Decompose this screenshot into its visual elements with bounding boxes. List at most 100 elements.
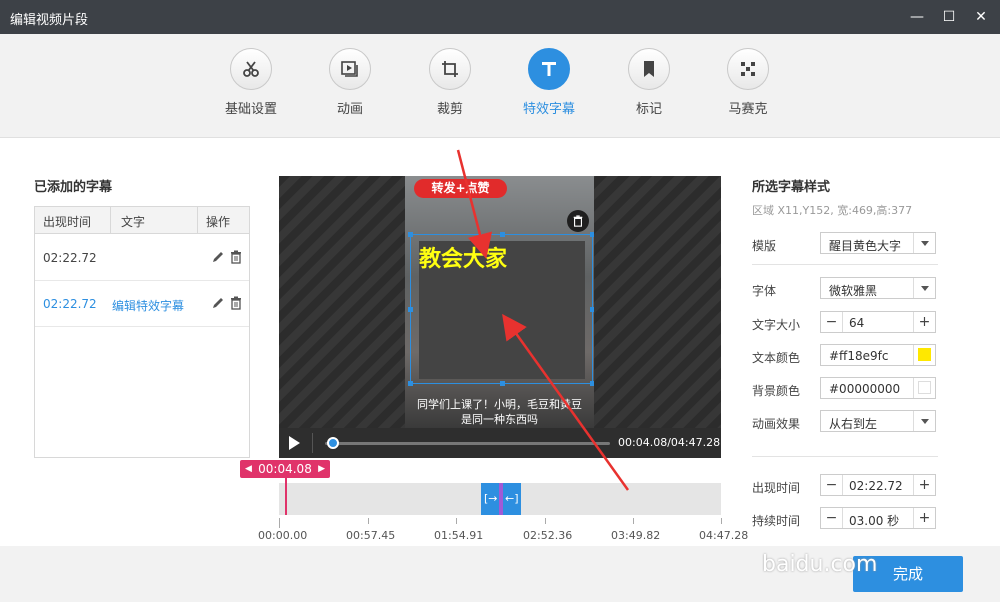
duration-label: 持续时间 bbox=[752, 514, 801, 528]
tool-animation[interactable]: 动画 bbox=[310, 48, 390, 117]
decrease-button[interactable]: − bbox=[821, 312, 843, 332]
video-banner: 转发+点赞 bbox=[414, 179, 507, 198]
duration-stepper[interactable]: − 03.00 秒 + bbox=[820, 507, 936, 529]
template-select[interactable]: 醒目黄色大字 bbox=[820, 232, 936, 254]
title-bar: 编辑视频片段 — ☐ ✕ bbox=[0, 0, 1000, 34]
pencil-icon[interactable] bbox=[211, 296, 225, 310]
pencil-icon[interactable] bbox=[211, 250, 225, 264]
playhead-label[interactable]: ◀ 00:04.08 ▶ bbox=[240, 460, 330, 478]
row-time: 02:22.72 bbox=[43, 251, 97, 265]
table-row[interactable]: 02:22.72 bbox=[35, 235, 249, 281]
start-time-value[interactable]: 02:22.72 bbox=[849, 479, 903, 493]
close-button[interactable]: ✕ bbox=[972, 8, 990, 26]
bookmark-icon bbox=[628, 48, 670, 90]
timeline-ticks bbox=[279, 518, 722, 528]
font-label: 字体 bbox=[752, 284, 777, 298]
start-time-stepper[interactable]: − 02:22.72 + bbox=[820, 474, 936, 496]
clip-start-handle-icon[interactable]: [→ bbox=[484, 492, 498, 505]
column-header-time: 出现时间 bbox=[43, 215, 92, 229]
tool-special-subtitles[interactable]: 特效字幕 bbox=[509, 48, 589, 117]
animation-label: 动画效果 bbox=[752, 417, 801, 431]
trash-icon[interactable] bbox=[229, 250, 243, 264]
video-subtitle-line: 是同一种东西吗 bbox=[461, 413, 538, 426]
duration-value[interactable]: 03.00 秒 bbox=[849, 512, 899, 529]
bg-color-field[interactable]: #00000000 bbox=[820, 377, 936, 399]
toolbar: 基础设置 动画 裁剪 特效字幕 标记 马赛克 bbox=[0, 34, 1000, 138]
font-select[interactable]: 微软雅黑 bbox=[820, 277, 936, 299]
bg-color-value[interactable]: #00000000 bbox=[829, 382, 900, 396]
tool-crop[interactable]: 裁剪 bbox=[410, 48, 490, 117]
minimize-button[interactable]: — bbox=[908, 8, 926, 26]
size-label: 文字大小 bbox=[752, 318, 801, 332]
resize-handle[interactable] bbox=[408, 381, 413, 386]
region-info: 区域 X11,Y152, 宽:469,高:377 bbox=[752, 204, 913, 217]
scissors-icon bbox=[230, 48, 272, 90]
playhead-time: 00:04.08 bbox=[258, 462, 312, 476]
increase-button[interactable]: + bbox=[913, 312, 935, 332]
text-color-field[interactable]: #ff18e9fc bbox=[820, 344, 936, 366]
column-header-text: 文字 bbox=[121, 215, 146, 229]
color-swatch[interactable] bbox=[913, 345, 935, 365]
increase-button[interactable]: + bbox=[913, 475, 935, 495]
font-size-value[interactable]: 64 bbox=[849, 316, 864, 330]
video-preview[interactable]: 转发+点赞 教会大家 同学们上课了！小明，毛豆和黄豆 是同一种东西吗 bbox=[279, 176, 721, 428]
tick-label: 00:00.00 bbox=[258, 529, 308, 542]
resize-handle[interactable] bbox=[408, 232, 413, 237]
seek-knob[interactable] bbox=[326, 437, 339, 449]
font-value: 微软雅黑 bbox=[829, 284, 878, 298]
chevron-down-icon[interactable] bbox=[913, 278, 935, 298]
trash-icon bbox=[573, 215, 583, 227]
tool-label: 标记 bbox=[635, 102, 662, 117]
maximize-button[interactable]: ☐ bbox=[940, 8, 958, 26]
font-size-stepper[interactable]: − 64 + bbox=[820, 311, 936, 333]
watermark: baidu.com bbox=[762, 552, 878, 577]
row-text: 编辑特效字幕 bbox=[112, 299, 185, 313]
timeline-track[interactable]: [→ ←] bbox=[279, 483, 721, 515]
table-row[interactable]: 02:22.72 编辑特效字幕 bbox=[35, 281, 249, 327]
decrease-button[interactable]: − bbox=[821, 475, 843, 495]
delete-subtitle-button[interactable] bbox=[567, 210, 589, 232]
playhead-line[interactable] bbox=[285, 478, 287, 515]
chevron-right-icon[interactable]: ▶ bbox=[318, 460, 325, 478]
player-controls: 00:04.08/04:47.28 bbox=[279, 428, 721, 458]
style-panel-title: 所选字幕样式 bbox=[752, 180, 831, 195]
subtitle-table: 出现时间 文字 操作 02:22.72 02:22.72 编辑特效字幕 bbox=[34, 206, 250, 458]
trash-icon[interactable] bbox=[229, 296, 243, 310]
window-title: 编辑视频片段 bbox=[10, 13, 89, 28]
video-frame: 转发+点赞 教会大家 同学们上课了！小明，毛豆和黄豆 是同一种东西吗 bbox=[405, 176, 594, 428]
subtitle-clip[interactable]: [→ ←] bbox=[481, 483, 521, 515]
resize-handle[interactable] bbox=[408, 307, 413, 312]
subtitle-selection-box[interactable]: 教会大家 bbox=[408, 232, 594, 386]
seek-bar[interactable] bbox=[325, 442, 610, 445]
chevron-left-icon[interactable]: ◀ bbox=[245, 460, 252, 478]
tool-marker[interactable]: 标记 bbox=[609, 48, 689, 117]
resize-handle[interactable] bbox=[590, 232, 594, 237]
tick-label: 04:47.28 bbox=[699, 529, 749, 542]
resize-handle[interactable] bbox=[590, 381, 594, 386]
animation-icon bbox=[329, 48, 371, 90]
time-readout: 00:04.08/04:47.28 bbox=[618, 436, 721, 449]
resize-handle[interactable] bbox=[500, 381, 505, 386]
column-header-actions: 操作 bbox=[206, 215, 231, 229]
chevron-down-icon[interactable] bbox=[913, 233, 935, 253]
animation-select[interactable]: 从右到左 bbox=[820, 410, 936, 432]
clip-end-handle-icon[interactable]: ←] bbox=[505, 492, 519, 505]
resize-handle[interactable] bbox=[590, 307, 594, 312]
table-header: 出现时间 文字 操作 bbox=[35, 207, 249, 234]
text-t-icon bbox=[528, 48, 570, 90]
play-icon[interactable] bbox=[289, 436, 300, 450]
decrease-button[interactable]: − bbox=[821, 508, 843, 528]
chevron-down-icon[interactable] bbox=[913, 411, 935, 431]
tool-label: 马赛克 bbox=[728, 102, 768, 117]
tool-basic-settings[interactable]: 基础设置 bbox=[211, 48, 291, 117]
template-label: 模版 bbox=[752, 239, 777, 253]
tool-mosaic[interactable]: 马赛克 bbox=[708, 48, 788, 117]
color-swatch[interactable] bbox=[913, 378, 935, 398]
increase-button[interactable]: + bbox=[913, 508, 935, 528]
subtitle-overlay-text: 教会大家 bbox=[419, 247, 508, 272]
text-color-value[interactable]: #ff18e9fc bbox=[829, 349, 888, 363]
video-subtitle-line: 同学们上课了！小明，毛豆和黄豆 bbox=[417, 398, 582, 411]
row-time: 02:22.72 bbox=[43, 297, 97, 311]
resize-handle[interactable] bbox=[500, 232, 505, 237]
video-subtitle: 同学们上课了！小明，毛豆和黄豆 是同一种东西吗 bbox=[405, 397, 594, 427]
